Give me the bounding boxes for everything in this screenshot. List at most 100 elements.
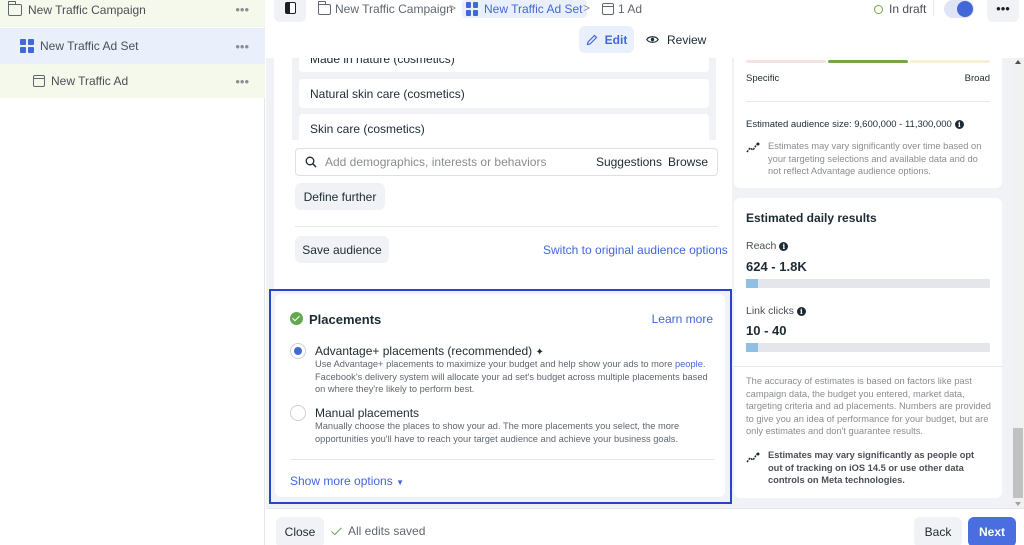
- breadcrumb-ad-set[interactable]: New Traffic Ad Set: [462, 0, 587, 18]
- folder-icon: [8, 0, 22, 16]
- scroll-down-arrow-icon[interactable]: [1015, 502, 1021, 506]
- interest-item[interactable]: Natural skin care (cosmetics): [299, 79, 709, 108]
- pencil-icon: [586, 34, 598, 45]
- metric-label: Link clicks i: [746, 305, 806, 317]
- accuracy-note: The accuracy of estimates is based on fa…: [746, 376, 991, 436]
- sidebar-panel-icon: [284, 2, 296, 14]
- advantage-placements-description: Use Advantage+ placements to maximize yo…: [315, 358, 715, 396]
- define-further-button[interactable]: Define further: [295, 183, 385, 210]
- meter-broad-segment: [910, 60, 990, 63]
- scrollbar[interactable]: [1012, 58, 1024, 508]
- toggle-sidebar-button[interactable]: [274, 0, 306, 22]
- status-badge: In draft: [874, 2, 926, 16]
- ad-icon: [33, 75, 45, 87]
- browse-link[interactable]: Browse: [668, 155, 708, 169]
- switch-audience-options-link[interactable]: Switch to original audience options: [543, 243, 728, 257]
- breadcrumb-label: 1 Ad: [618, 2, 643, 16]
- scroll-up-arrow-icon[interactable]: [1015, 60, 1021, 64]
- search-icon: [305, 156, 317, 168]
- trend-icon: [746, 452, 760, 463]
- status-text: In draft: [889, 2, 927, 16]
- placements-title: Placements: [309, 312, 382, 327]
- advantage-placements-radio[interactable]: [290, 343, 306, 359]
- toggle-knob: [957, 1, 973, 17]
- divider: [290, 459, 714, 460]
- divider: [734, 366, 1002, 367]
- manual-placements-title[interactable]: Manual placements: [315, 406, 419, 420]
- review-tab-label: Review: [667, 32, 707, 47]
- sidebar-item-label: New Traffic Campaign: [28, 2, 146, 17]
- save-status: All edits saved: [331, 524, 426, 538]
- save-audience-button[interactable]: Save audience: [295, 236, 389, 263]
- desc-text: Use Advantage+ placements to maximize yo…: [315, 359, 675, 369]
- interest-item[interactable]: Made in nature (cosmetics): [299, 58, 709, 72]
- audience-size-text: Estimated audience size: 9,600,000 - 11,…: [746, 119, 952, 130]
- more-actions-button[interactable]: •••: [987, 0, 1019, 22]
- link-clicks-bar: [746, 343, 990, 352]
- more-options-icon[interactable]: •••: [235, 2, 249, 17]
- breadcrumb-separator: >: [449, 1, 457, 15]
- search-input[interactable]: Add demographics, interests or behaviors: [325, 155, 590, 169]
- top-bar: New Traffic Campaign > New Traffic Ad Se…: [266, 0, 1024, 22]
- audience-definition-card: Specific Broad Estimated audience size: …: [734, 58, 1002, 188]
- reach-value: 624 - 1.8K: [746, 259, 807, 274]
- back-button[interactable]: Back: [914, 517, 962, 545]
- ad-icon: [602, 3, 614, 15]
- sidebar-item-label: New Traffic Ad Set: [40, 39, 139, 53]
- reach-bar-fill: [746, 279, 759, 288]
- eye-icon: [646, 36, 659, 43]
- results-title: Estimated daily results: [746, 211, 877, 225]
- divider: [295, 226, 718, 227]
- divider: [933, 0, 934, 16]
- review-tab[interactable]: Review: [646, 26, 706, 53]
- breadcrumb-ads[interactable]: 1 Ad: [602, 0, 642, 18]
- breadcrumb-campaign[interactable]: New Traffic Campaign: [318, 0, 453, 18]
- reach-bar: [746, 279, 990, 288]
- close-button[interactable]: Close: [276, 517, 324, 545]
- reach-label: Reach: [746, 240, 777, 252]
- link-clicks-label: Link clicks: [746, 305, 794, 317]
- campaign-tree-sidebar: New Traffic Campaign ••• New Traffic Ad …: [0, 0, 265, 545]
- link-clicks-bar-fill: [746, 343, 759, 352]
- ad-set-grid-icon: [466, 2, 480, 16]
- sidebar-item-campaign[interactable]: New Traffic Campaign •••: [0, 0, 265, 27]
- info-icon[interactable]: i: [954, 120, 964, 129]
- detailed-targeting-search[interactable]: Add demographics, interests or behaviors…: [295, 148, 718, 176]
- metric-label: Reach i: [746, 240, 789, 252]
- meter-specific-label: Specific: [746, 73, 780, 84]
- sidebar-item-label: New Traffic Ad: [51, 74, 129, 88]
- folder-icon: [318, 0, 331, 15]
- advantage-placements-title[interactable]: Advantage+ placements (recommended) ✦: [315, 344, 544, 358]
- interest-item[interactable]: Skin care (cosmetics): [299, 114, 709, 143]
- more-options-icon[interactable]: •••: [235, 39, 249, 54]
- next-button[interactable]: Next: [968, 517, 1016, 545]
- audience-estimate-note: Estimates may vary significantly over ti…: [768, 141, 982, 176]
- learn-more-link[interactable]: Learn more: [652, 312, 713, 326]
- save-status-text: All edits saved: [348, 524, 426, 538]
- people-link[interactable]: people: [675, 359, 703, 369]
- suggestions-link[interactable]: Suggestions: [596, 155, 662, 169]
- breadcrumb-label: New Traffic Campaign: [335, 2, 453, 16]
- draft-status-icon: [874, 4, 883, 14]
- more-options-icon[interactable]: •••: [235, 74, 249, 89]
- checkmark-icon: [331, 524, 342, 535]
- sidebar-item-ad[interactable]: New Traffic Ad •••: [0, 64, 265, 98]
- breadcrumb-separator: >: [583, 1, 591, 15]
- divider: [746, 101, 990, 102]
- ios-tracking-note: Estimates may vary significantly as peop…: [768, 450, 975, 485]
- check-circle-icon: [290, 312, 303, 325]
- edit-tab[interactable]: Edit: [579, 26, 634, 53]
- info-icon[interactable]: i: [796, 307, 806, 316]
- breadcrumb-label: New Traffic Ad Set: [484, 2, 583, 16]
- placements-card: Placements Learn more Advantage+ placeme…: [275, 294, 725, 497]
- sparkle-icon: ✦: [535, 347, 544, 358]
- ad-set-on-off-toggle[interactable]: [944, 0, 974, 18]
- manual-placements-radio[interactable]: [290, 405, 306, 421]
- show-more-options-link[interactable]: Show more options ▼: [290, 474, 404, 488]
- scrollbar-thumb[interactable]: [1013, 428, 1023, 498]
- info-icon[interactable]: i: [779, 242, 789, 251]
- show-more-label: Show more options: [290, 474, 393, 488]
- caret-down-icon: ▼: [396, 478, 404, 487]
- audience-size: Estimated audience size: 9,600,000 - 11,…: [746, 116, 964, 130]
- sidebar-item-ad-set[interactable]: New Traffic Ad Set •••: [0, 28, 265, 64]
